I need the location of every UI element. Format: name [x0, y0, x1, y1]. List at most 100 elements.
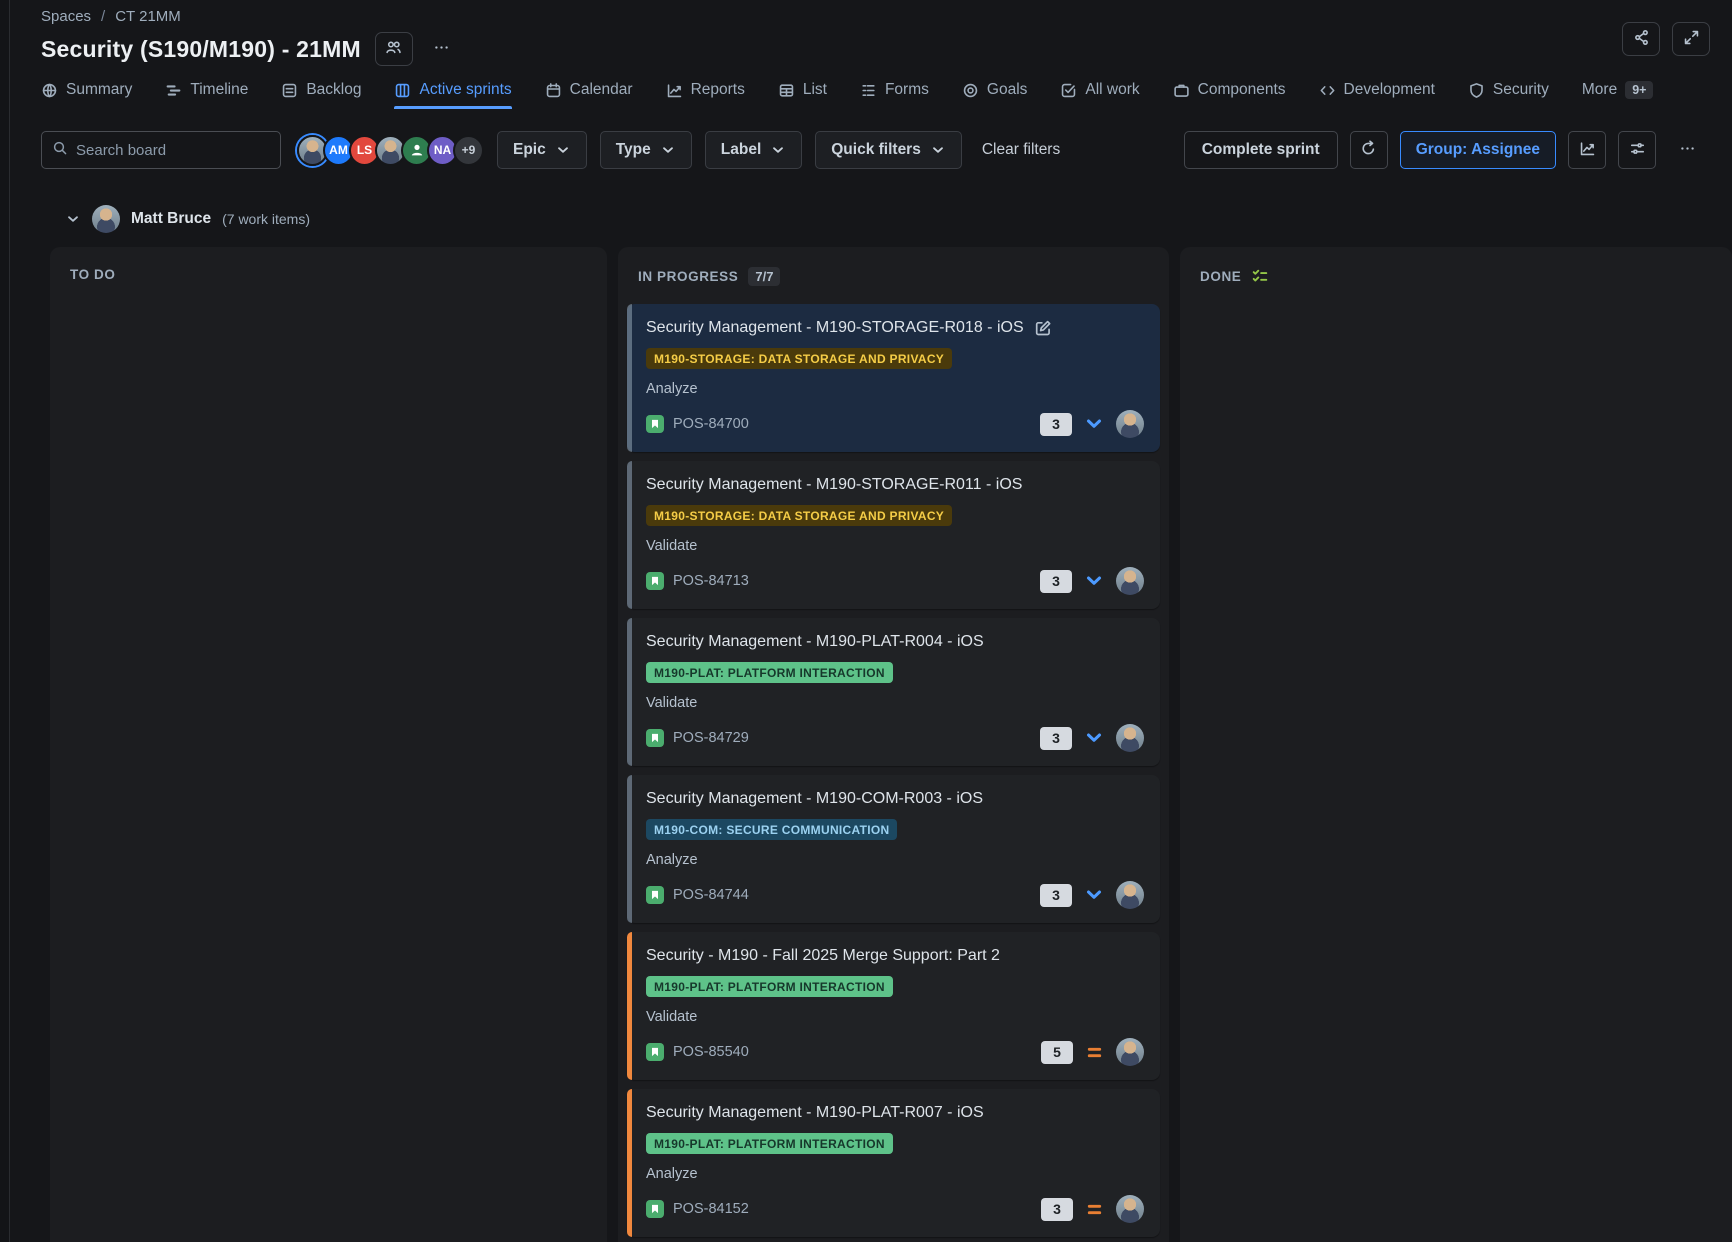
- dropdown-label: Quick filters: [831, 141, 921, 159]
- tab-components[interactable]: Components: [1173, 81, 1286, 109]
- card-pos-84713[interactable]: Security Management - M190-STORAGE-R011 …: [627, 461, 1160, 609]
- priority-low-icon: [1084, 728, 1104, 748]
- priority-low-icon: [1084, 885, 1104, 905]
- calendar-icon: [545, 82, 562, 99]
- card-title[interactable]: Security Management - M190-PLAT-R004 - i…: [646, 631, 984, 652]
- breadcrumb: Spaces / CT 21MM: [41, 8, 1706, 25]
- card-assignee-avatar[interactable]: [1116, 410, 1144, 438]
- todo-cards: [50, 294, 607, 300]
- issue-key[interactable]: POS-84700: [673, 416, 749, 432]
- filter-dropdowns: Epic Type Label Quick filters: [484, 131, 962, 169]
- title-more-button[interactable]: [423, 32, 461, 66]
- collapsed-sidebar-rail[interactable]: [0, 0, 10, 1242]
- feedback-button[interactable]: [1350, 131, 1388, 169]
- search-input[interactable]: [76, 142, 270, 159]
- main-content: Spaces / CT 21MM Security (S190/M190) - …: [10, 0, 1732, 1242]
- tab-backlog[interactable]: Backlog: [281, 81, 361, 109]
- tab-goals[interactable]: Goals: [962, 81, 1028, 109]
- story-points-badge: 3: [1040, 570, 1072, 593]
- priority-low-icon: [1084, 571, 1104, 591]
- share-button[interactable]: [1622, 22, 1660, 56]
- card-title[interactable]: Security Management - M190-STORAGE-R018 …: [646, 317, 1024, 338]
- card-accent-bar: [627, 1089, 632, 1237]
- tab-label: Calendar: [570, 81, 633, 99]
- card-title[interactable]: Security Management - M190-PLAT-R007 - i…: [646, 1102, 984, 1123]
- tab-calendar[interactable]: Calendar: [545, 81, 633, 109]
- card-title[interactable]: Security Management - M190-COM-R003 - iO…: [646, 788, 983, 809]
- card-accent-bar: [627, 775, 632, 923]
- clear-filters-button[interactable]: Clear filters: [982, 141, 1060, 159]
- board-settings-button[interactable]: [1618, 131, 1656, 169]
- insights-button[interactable]: [1568, 131, 1606, 169]
- label-dropdown[interactable]: Label: [705, 131, 802, 169]
- chevron-down-icon[interactable]: [65, 211, 81, 227]
- feedback-icon: [1360, 140, 1377, 160]
- search-board-box[interactable]: [41, 131, 281, 169]
- chevron-down-icon: [930, 142, 946, 158]
- tab-label: Timeline: [190, 81, 248, 99]
- card-pos-85540[interactable]: Security - M190 - Fall 2025 Merge Suppor…: [627, 932, 1160, 1080]
- card-pos-84729[interactable]: Security Management - M190-PLAT-R004 - i…: [627, 618, 1160, 766]
- card-status: Validate: [646, 695, 1144, 711]
- tab-reports[interactable]: Reports: [666, 81, 745, 109]
- card-assignee-avatar[interactable]: [1116, 1038, 1144, 1066]
- tab-label: Active sprints: [419, 81, 511, 99]
- tab-development[interactable]: Development: [1319, 81, 1435, 109]
- tab-all-work[interactable]: All work: [1060, 81, 1139, 109]
- sliders-icon: [1629, 140, 1646, 160]
- page-title: Security (S190/M190) - 21MM: [41, 36, 361, 63]
- column-in-progress-title: IN PROGRESS: [638, 269, 738, 284]
- column-in-progress: IN PROGRESS 7/7 Security Management - M1…: [618, 247, 1169, 1242]
- column-done-title: DONE: [1200, 269, 1241, 284]
- type-dropdown[interactable]: Type: [600, 131, 692, 169]
- project-tabs: Summary Timeline Backlog Active sprints Cale…: [41, 81, 1706, 109]
- tab-security[interactable]: Security: [1468, 81, 1549, 109]
- card-pos-84700[interactable]: Security Management - M190-STORAGE-R018 …: [627, 304, 1160, 452]
- issue-key[interactable]: POS-84729: [673, 730, 749, 746]
- card-assignee-avatar[interactable]: [1116, 881, 1144, 909]
- column-todo-title: TO DO: [70, 267, 116, 282]
- card-assignee-avatar[interactable]: [1116, 567, 1144, 595]
- chevron-down-icon: [770, 142, 786, 158]
- card-title[interactable]: Security Management - M190-STORAGE-R011 …: [646, 474, 1022, 495]
- card-assignee-avatar[interactable]: [1116, 724, 1144, 752]
- tab-more[interactable]: More9+: [1582, 81, 1654, 109]
- briefcase-icon: [1173, 82, 1190, 99]
- tab-list[interactable]: List: [778, 81, 827, 109]
- group-by-button[interactable]: Group: Assignee: [1400, 131, 1556, 169]
- page-header: Spaces / CT 21MM Security (S190/M190) - …: [10, 0, 1732, 109]
- quick-filters-dropdown[interactable]: Quick filters: [815, 131, 962, 169]
- story-icon: [646, 886, 664, 904]
- epic-dropdown[interactable]: Epic: [497, 131, 587, 169]
- tab-summary[interactable]: Summary: [41, 81, 132, 109]
- tab-timeline[interactable]: Timeline: [165, 81, 248, 109]
- fullscreen-button[interactable]: [1672, 22, 1710, 56]
- board-members-button[interactable]: [375, 32, 413, 66]
- card-pos-84152[interactable]: Security Management - M190-PLAT-R007 - i…: [627, 1089, 1160, 1237]
- tab-label: Summary: [66, 81, 132, 99]
- card-pos-84744[interactable]: Security Management - M190-COM-R003 - iO…: [627, 775, 1160, 923]
- breadcrumb-project[interactable]: CT 21MM: [115, 8, 181, 25]
- column-done: DONE: [1180, 247, 1732, 1242]
- issue-key[interactable]: POS-84152: [673, 1201, 749, 1217]
- work-item-count: (7 work items): [222, 211, 310, 227]
- board-more-button[interactable]: [1668, 131, 1706, 169]
- card-label-chip: M190-PLAT: PLATFORM INTERACTION: [646, 976, 893, 997]
- tab-forms[interactable]: Forms: [860, 81, 929, 109]
- tab-active-sprints[interactable]: Active sprints: [394, 81, 511, 109]
- card-status: Analyze: [646, 852, 1144, 868]
- card-assignee-avatar[interactable]: [1116, 1195, 1144, 1223]
- complete-sprint-button[interactable]: Complete sprint: [1184, 131, 1338, 169]
- tab-label: Backlog: [306, 81, 361, 99]
- search-icon: [52, 140, 68, 161]
- issue-key[interactable]: POS-84744: [673, 887, 749, 903]
- edit-icon[interactable]: [1034, 319, 1052, 337]
- board-columns-icon: [394, 82, 411, 99]
- card-accent-bar: [627, 304, 632, 452]
- avatar-overflow-count[interactable]: +9: [453, 135, 484, 166]
- issue-key[interactable]: POS-85540: [673, 1044, 749, 1060]
- issue-key[interactable]: POS-84713: [673, 573, 749, 589]
- column-todo: TO DO: [50, 247, 607, 1242]
- card-title[interactable]: Security - M190 - Fall 2025 Merge Suppor…: [646, 945, 1000, 966]
- breadcrumb-spaces[interactable]: Spaces: [41, 8, 91, 25]
